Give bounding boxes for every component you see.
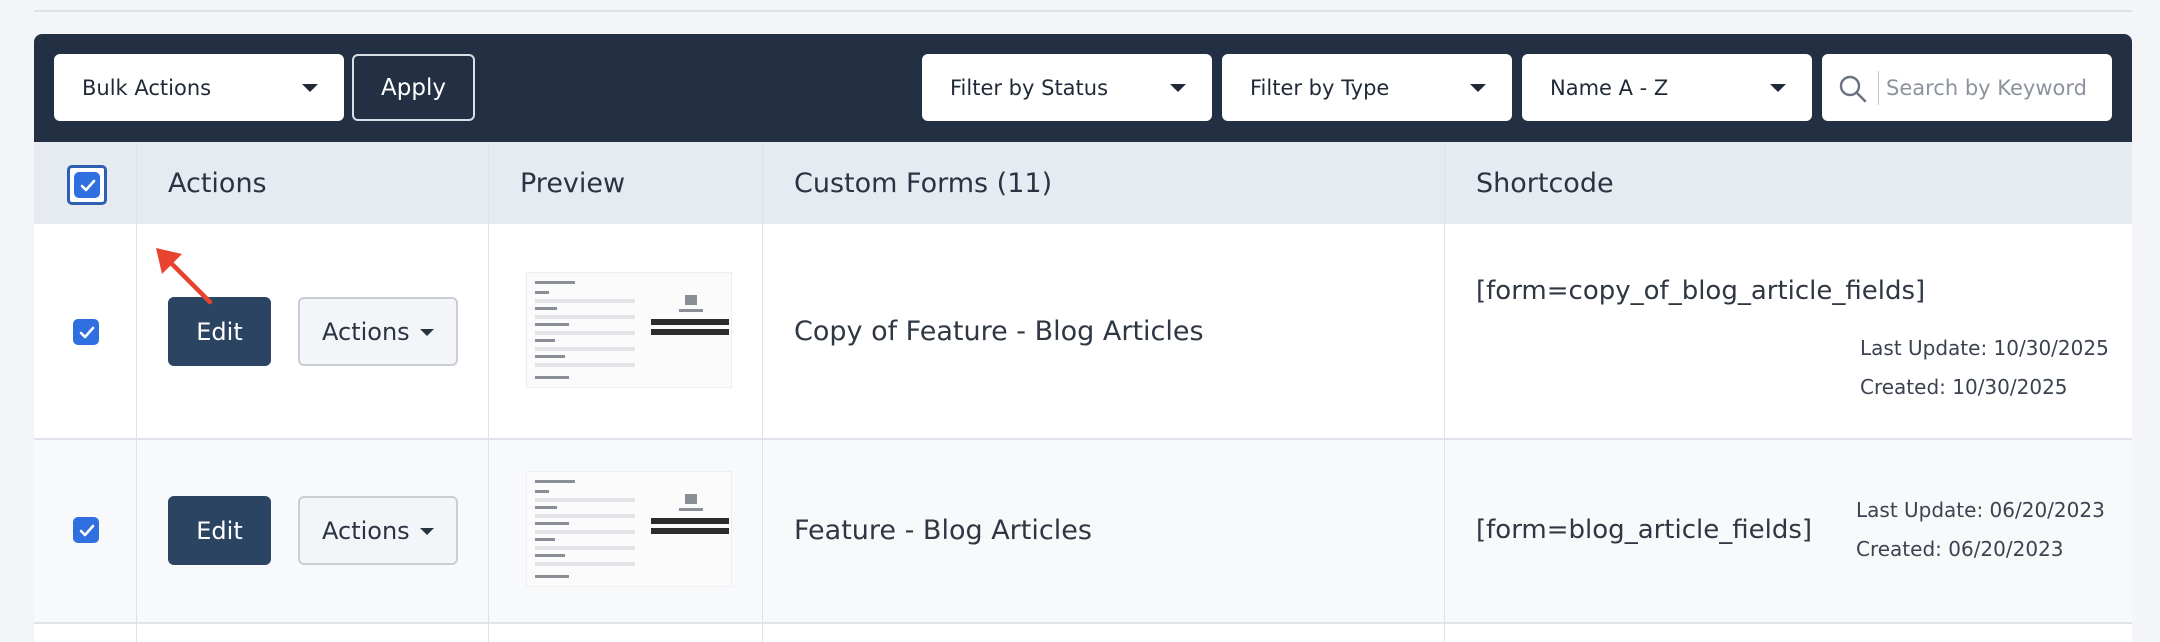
chevron-down-icon <box>1170 84 1186 92</box>
shortcode-text: [form=copy_of_blog_article_fields] <box>1476 276 1926 306</box>
header-preview: Preview <box>520 167 626 199</box>
filter-type-label: Filter by Type <box>1250 75 1390 100</box>
header-actions: Actions <box>168 167 267 199</box>
row-actions-dropdown[interactable]: Actions <box>298 496 458 565</box>
bulk-actions-dropdown[interactable]: Bulk Actions <box>54 54 344 121</box>
bulk-actions-label: Bulk Actions <box>82 75 212 100</box>
shortcode-text: [form=blog_article_fields] <box>1476 515 1813 545</box>
annotation-arrow-icon <box>156 248 213 305</box>
forms-panel: Bulk Actions Apply Filter by Status Filt… <box>34 34 2132 642</box>
created-date: Created: 06/20/2023 <box>1856 537 2064 561</box>
filter-status-label: Filter by Status <box>950 75 1109 100</box>
table-row <box>34 624 2132 642</box>
row-checkbox[interactable] <box>73 517 99 543</box>
form-name: Feature - Blog Articles <box>794 515 1092 546</box>
column-divider <box>762 142 763 642</box>
top-divider <box>34 10 2132 12</box>
column-divider <box>136 142 137 642</box>
chevron-down-icon <box>420 329 434 336</box>
form-preview-thumbnail[interactable] <box>526 471 732 587</box>
column-divider <box>488 142 489 642</box>
search-divider <box>1878 71 1879 105</box>
created-date: Created: 10/30/2025 <box>1860 375 2068 399</box>
select-all-checkbox[interactable] <box>67 165 107 205</box>
sort-label: Name A - Z <box>1550 75 1669 100</box>
row-checkbox[interactable] <box>73 319 99 345</box>
sort-dropdown[interactable]: Name A - Z <box>1522 54 1812 121</box>
last-update: Last Update: 06/20/2023 <box>1856 498 2105 522</box>
check-icon <box>79 326 95 339</box>
row-actions-label: Actions <box>322 317 410 346</box>
check-icon <box>79 524 95 537</box>
filter-type-dropdown[interactable]: Filter by Type <box>1222 54 1512 121</box>
checkbox-checked <box>74 172 100 198</box>
chevron-down-icon <box>420 528 434 535</box>
chevron-down-icon <box>1770 84 1786 92</box>
header-shortcode: Shortcode <box>1476 167 1614 199</box>
last-update: Last Update: 10/30/2025 <box>1860 336 2109 360</box>
table-header: Actions Preview Custom Forms (11) Shortc… <box>34 142 2132 224</box>
header-custom-forms: Custom Forms (11) <box>794 167 1053 199</box>
toolbar: Bulk Actions Apply Filter by Status Filt… <box>34 34 2132 142</box>
form-preview-thumbnail[interactable] <box>526 272 732 388</box>
check-icon <box>80 179 96 192</box>
row-actions-label: Actions <box>322 516 410 545</box>
chevron-down-icon <box>1470 84 1486 92</box>
column-divider <box>1444 142 1445 642</box>
apply-button[interactable]: Apply <box>352 54 475 121</box>
row-actions-dropdown[interactable]: Actions <box>298 297 458 366</box>
form-name: Copy of Feature - Blog Articles <box>794 316 1204 347</box>
search-input[interactable] <box>1886 68 2106 108</box>
chevron-down-icon <box>302 84 318 92</box>
filter-status-dropdown[interactable]: Filter by Status <box>922 54 1212 121</box>
edit-button[interactable]: Edit <box>168 496 271 565</box>
search-icon <box>1839 75 1867 103</box>
search-box <box>1822 54 2112 121</box>
